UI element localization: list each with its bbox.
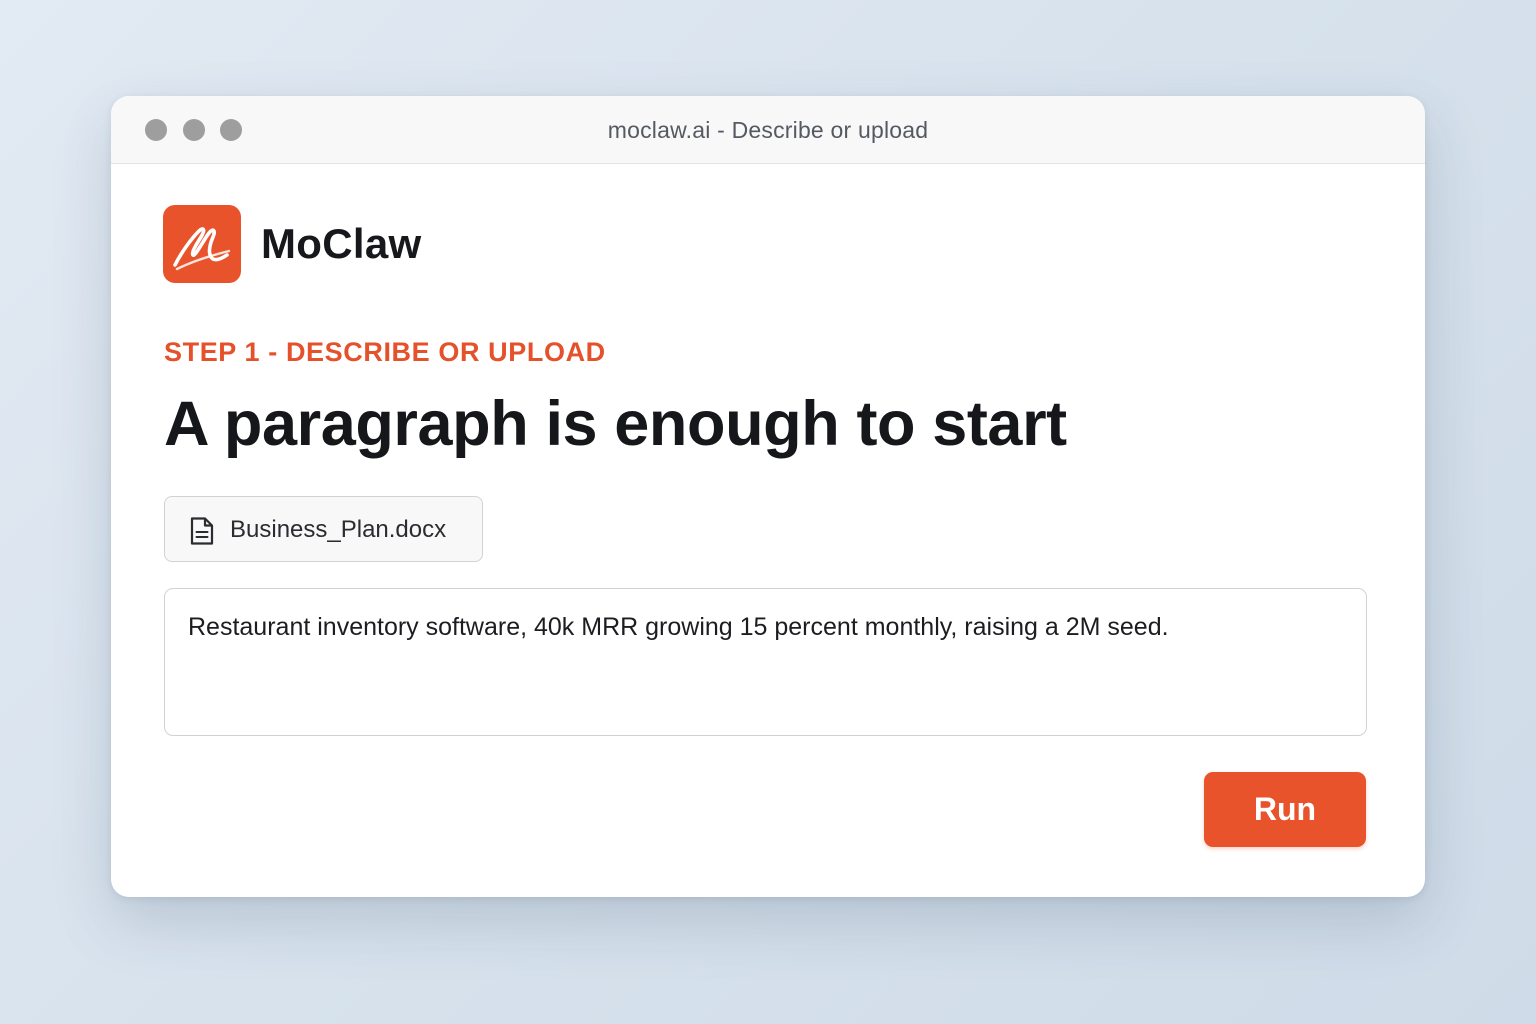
window-title: moclaw.ai - Describe or upload	[607, 117, 929, 143]
description-textarea[interactable]: Restaurant inventory software, 40k MRR g…	[164, 588, 1367, 736]
attached-file-name: Business_Plan.docx	[230, 516, 447, 543]
step-label: STEP 1 - DESCRIBE OR UPLOAD	[164, 337, 606, 367]
app-window: moclaw.ai - Describe or upload MoClaw ST…	[111, 96, 1425, 897]
attached-file-chip[interactable]: Business_Plan.docx	[164, 496, 483, 562]
document-icon	[189, 516, 215, 546]
moclaw-logo-icon	[163, 205, 241, 283]
window-titlebar: moclaw.ai - Describe or upload	[111, 96, 1425, 164]
brand-name: MoClaw	[261, 220, 422, 267]
page-headline: A paragraph is enough to start	[164, 389, 1067, 459]
description-text: Restaurant inventory software, 40k MRR g…	[188, 613, 1169, 641]
run-button[interactable]: Run	[1204, 772, 1366, 847]
